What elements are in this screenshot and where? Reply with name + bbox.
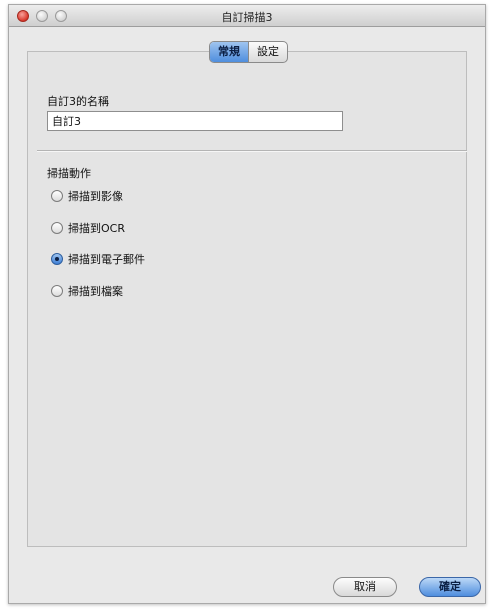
radio-option-label: 掃描到影像 <box>68 190 123 203</box>
title-bar[interactable]: 自訂掃描3 <box>9 5 485 27</box>
section-divider <box>37 150 467 152</box>
radio-option-scan-to-file[interactable]: 掃描到檔案 <box>51 283 123 299</box>
radio-button-icon[interactable] <box>51 222 63 234</box>
scan-action-label: 掃描動作 <box>47 167 91 180</box>
cancel-button[interactable]: 取消 <box>333 577 397 597</box>
dialog-window: 自訂掃描3 常規 設定 自訂3的名稱 掃描動作 掃描到影像 掃描到OCR 掃描到… <box>8 4 486 604</box>
name-field-label: 自訂3的名稱 <box>47 95 109 108</box>
ok-button[interactable]: 確定 <box>419 577 481 597</box>
radio-option-scan-to-email[interactable]: 掃描到電子郵件 <box>51 251 145 267</box>
tab-bar: 常規 設定 <box>209 41 288 63</box>
name-field[interactable] <box>47 111 343 131</box>
radio-option-scan-to-image[interactable]: 掃描到影像 <box>51 188 123 204</box>
radio-option-label: 掃描到檔案 <box>68 285 123 298</box>
tab-general[interactable]: 常規 <box>210 42 248 62</box>
radio-button-selected-icon[interactable] <box>51 253 63 265</box>
window-title: 自訂掃描3 <box>221 11 273 24</box>
tab-settings[interactable]: 設定 <box>248 42 287 62</box>
radio-option-label: 掃描到OCR <box>68 222 125 235</box>
radio-button-icon[interactable] <box>51 190 63 202</box>
radio-option-label: 掃描到電子郵件 <box>68 253 145 266</box>
radio-option-scan-to-ocr[interactable]: 掃描到OCR <box>51 220 125 236</box>
radio-button-icon[interactable] <box>51 285 63 297</box>
